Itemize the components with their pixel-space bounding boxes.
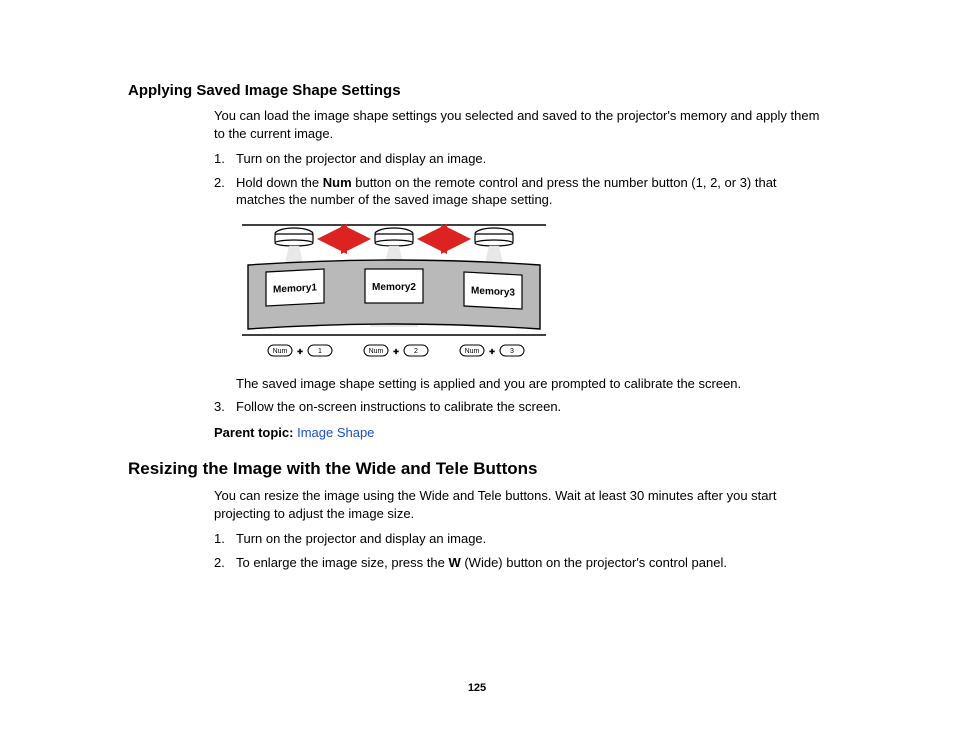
section1-heading: Applying Saved Image Shape Settings (128, 82, 826, 99)
svg-text:2: 2 (414, 348, 418, 355)
step-text: Turn on the projector and display an ima… (236, 150, 826, 168)
svg-text:Memory2: Memory2 (372, 282, 416, 293)
step-number: 2. (214, 554, 236, 572)
step-text: Follow the on-screen instructions to cal… (236, 398, 826, 416)
page-number: 125 (0, 682, 954, 694)
section2-step2: 2. To enlarge the image size, press the … (214, 554, 826, 572)
step-text: The saved image shape setting is applied… (236, 375, 826, 393)
svg-text:Memory1: Memory1 (273, 282, 317, 295)
step-number: 2. (214, 174, 236, 192)
section1-after-figure: The saved image shape setting is applied… (214, 375, 826, 393)
section2-intro: You can resize the image using the Wide … (214, 487, 826, 522)
section1-step3: 3. Follow the on-screen instructions to … (214, 398, 826, 416)
svg-text:✚: ✚ (297, 348, 303, 356)
section1-step2: 2. Hold down the Num button on the remot… (214, 174, 826, 209)
section1-intro: You can load the image shape settings yo… (214, 107, 826, 142)
svg-text:1: 1 (318, 348, 322, 355)
step-text: Turn on the projector and display an ima… (236, 530, 826, 548)
svg-text:✚: ✚ (393, 348, 399, 356)
parent-topic-link[interactable]: Image Shape (297, 425, 374, 440)
memory-diagram-figure: Memory1 Memory2 Memory3 (214, 217, 826, 365)
section2-step1: 1. Turn on the projector and display an … (214, 530, 826, 548)
svg-text:3: 3 (510, 348, 514, 355)
svg-text:Num: Num (465, 348, 480, 355)
step-number: 1. (214, 530, 236, 548)
svg-text:Num: Num (273, 348, 288, 355)
step-number: 3. (214, 398, 236, 416)
parent-topic-line: Parent topic: Image Shape (214, 424, 826, 442)
svg-text:Num: Num (369, 348, 384, 355)
svg-text:✚: ✚ (489, 348, 495, 356)
section2-heading: Resizing the Image with the Wide and Tel… (128, 459, 826, 479)
section1-step1: 1. Turn on the projector and display an … (214, 150, 826, 168)
svg-text:Memory3: Memory3 (471, 285, 515, 298)
step-text: To enlarge the image size, press the W (… (236, 554, 826, 572)
step-number: 1. (214, 150, 236, 168)
step-text: Hold down the Num button on the remote c… (236, 174, 826, 209)
